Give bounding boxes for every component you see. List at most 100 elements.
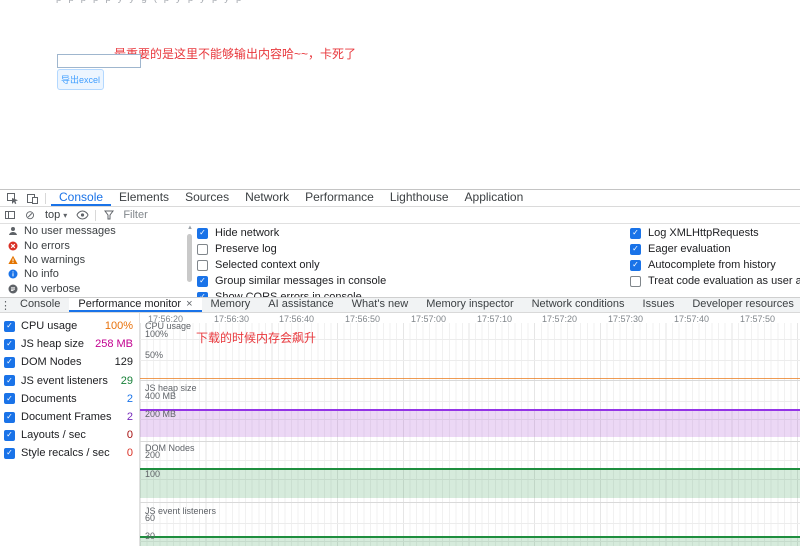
drawer-tab-memory[interactable]: Memory — [202, 298, 260, 312]
setting-log-xmlhttprequests[interactable]: Log XMLHttpRequests — [630, 225, 800, 241]
drawer-tab-issues[interactable]: Issues — [634, 298, 684, 312]
filter-label: No errors — [24, 239, 70, 252]
filter-verbose[interactable]: No verbose — [0, 282, 185, 296]
filter-info[interactable]: No info — [0, 267, 185, 281]
tab-elements[interactable]: Elements — [111, 190, 177, 206]
setting-group-similar[interactable]: Group similar messages in console — [197, 273, 386, 289]
performance-monitor-chart: 17:56:20 17:56:30 17:56:40 17:56:50 17:5… — [140, 313, 800, 546]
filter-errors[interactable]: No errors — [0, 238, 185, 252]
drawer-tab-developer-resources[interactable]: Developer resources — [683, 298, 800, 312]
metric-value: 2 — [126, 392, 133, 405]
tab-sources[interactable]: Sources — [177, 190, 237, 206]
cpu-usage-line — [140, 378, 800, 379]
filter-user-messages[interactable]: No user messages — [0, 224, 185, 238]
tab-performance[interactable]: Performance — [297, 190, 382, 206]
metric-js-heap-size[interactable]: JS heap size 258 MB — [0, 335, 139, 353]
verbose-icon — [8, 284, 18, 294]
metric-document-frames[interactable]: Document Frames 2 — [0, 408, 139, 426]
checkbox[interactable] — [197, 243, 208, 255]
chevron-down-icon: ▾ — [63, 210, 68, 220]
drawer-tab-ai-assistance[interactable]: AI assistance — [259, 298, 342, 312]
context-selector[interactable]: top ▾ — [40, 209, 72, 221]
tab-application[interactable]: Application — [457, 190, 532, 206]
checkbox[interactable] — [4, 411, 15, 423]
scrollbar-thumb[interactable] — [187, 234, 192, 282]
drawer-tab-whats-new[interactable]: What's new — [343, 298, 418, 312]
settings-column-right: Log XMLHttpRequests Eager evaluation Aut… — [630, 225, 800, 289]
metric-label: Documents — [21, 392, 77, 405]
checkbox[interactable] — [4, 356, 15, 368]
console-sidebar-toggle-icon[interactable] — [0, 207, 20, 223]
user-messages-icon — [8, 226, 18, 236]
checkbox[interactable] — [4, 338, 15, 350]
close-icon[interactable]: × — [186, 298, 192, 310]
checkbox[interactable] — [197, 227, 208, 239]
checkbox[interactable] — [4, 320, 15, 332]
metric-label: Document Frames — [21, 411, 112, 424]
checkbox[interactable] — [4, 375, 15, 387]
filter-warnings[interactable]: No warnings — [0, 253, 185, 267]
setting-label: Group similar messages in console — [215, 275, 387, 287]
axis-tick: 100% — [145, 329, 169, 339]
console-sidebar: No user messages No errors No warnings N… — [0, 224, 185, 297]
metric-cpu-usage[interactable]: CPU usage 100% — [0, 317, 139, 335]
setting-selected-context-only[interactable]: Selected context only — [197, 257, 386, 273]
metric-dom-nodes[interactable]: DOM Nodes 129 — [0, 353, 139, 371]
drawer-tab-memory-inspector[interactable]: Memory inspector — [417, 298, 522, 312]
section-divider — [140, 502, 800, 503]
clear-console-icon[interactable]: ⊘ — [20, 207, 40, 223]
axis-tick: 30 — [145, 531, 156, 541]
gridline — [140, 401, 800, 402]
metric-value: 258 MB — [95, 338, 133, 351]
metric-value: 129 — [114, 356, 133, 369]
device-toolbar-icon[interactable] — [22, 190, 42, 206]
checkbox[interactable] — [630, 275, 641, 287]
export-excel-button[interactable]: 导出excel — [57, 69, 104, 90]
tab-lighthouse[interactable]: Lighthouse — [382, 190, 457, 206]
checkbox[interactable] — [197, 259, 208, 271]
tab-console[interactable]: Console — [51, 190, 112, 206]
metric-documents[interactable]: Documents 2 — [0, 390, 139, 408]
setting-preserve-log[interactable]: Preserve log — [197, 241, 386, 257]
axis-tick: 200 MB — [145, 409, 177, 419]
metric-value: 100% — [104, 320, 133, 333]
axis-tick: 200 — [145, 450, 161, 460]
drawer-tab-network-conditions[interactable]: Network conditions — [523, 298, 634, 312]
section-divider — [140, 441, 800, 442]
checkbox[interactable] — [630, 227, 641, 239]
setting-treat-code-eval[interactable]: Treat code evaluation as user action — [630, 273, 800, 289]
metric-layouts-sec[interactable]: Layouts / sec 0 — [0, 426, 139, 444]
metric-value: 29 — [120, 374, 133, 387]
drawer-tabbar: ⋮ Console Performance monitor × Memory A… — [0, 297, 800, 313]
metric-js-event-listeners[interactable]: JS event listeners 29 — [0, 372, 139, 390]
metric-label: DOM Nodes — [21, 356, 82, 369]
setting-label: Autocomplete from history — [648, 259, 776, 271]
more-tools-kebab-icon[interactable]: ⋮ — [0, 298, 11, 312]
setting-show-cors-errors[interactable]: Show CORS errors in console — [197, 289, 386, 297]
checkbox[interactable] — [4, 393, 15, 405]
performance-monitor-metrics: CPU usage 100% JS heap size 258 MB DOM N… — [0, 313, 140, 546]
checkbox[interactable] — [197, 275, 208, 287]
setting-hide-network[interactable]: Hide network — [197, 225, 386, 241]
section-title: JS event listeners — [145, 506, 217, 516]
checkbox[interactable] — [630, 259, 641, 271]
page-input[interactable] — [57, 54, 141, 68]
axis-tick: 100 — [145, 469, 161, 479]
metric-label: Layouts / sec — [21, 429, 86, 442]
divider — [95, 209, 97, 221]
setting-eager-evaluation[interactable]: Eager evaluation — [630, 241, 800, 257]
metric-style-recalcs-sec[interactable]: Style recalcs / sec 0 — [0, 444, 139, 462]
console-filter-input[interactable]: Filter — [123, 209, 147, 221]
drawer-tab-performance-monitor[interactable]: Performance monitor × — [69, 298, 202, 312]
checkbox[interactable] — [4, 429, 15, 441]
checkbox[interactable] — [4, 447, 15, 459]
inspect-element-icon[interactable] — [2, 190, 22, 206]
drawer-tab-console[interactable]: Console — [11, 298, 69, 312]
setting-autocomplete-history[interactable]: Autocomplete from history — [630, 257, 800, 273]
gridline — [140, 523, 800, 524]
checkbox[interactable] — [630, 243, 641, 255]
tab-network[interactable]: Network — [237, 190, 297, 206]
live-expression-eye-icon[interactable] — [72, 207, 92, 223]
axis-tick: 60 — [145, 513, 156, 523]
context-selector-value: top — [45, 209, 61, 221]
